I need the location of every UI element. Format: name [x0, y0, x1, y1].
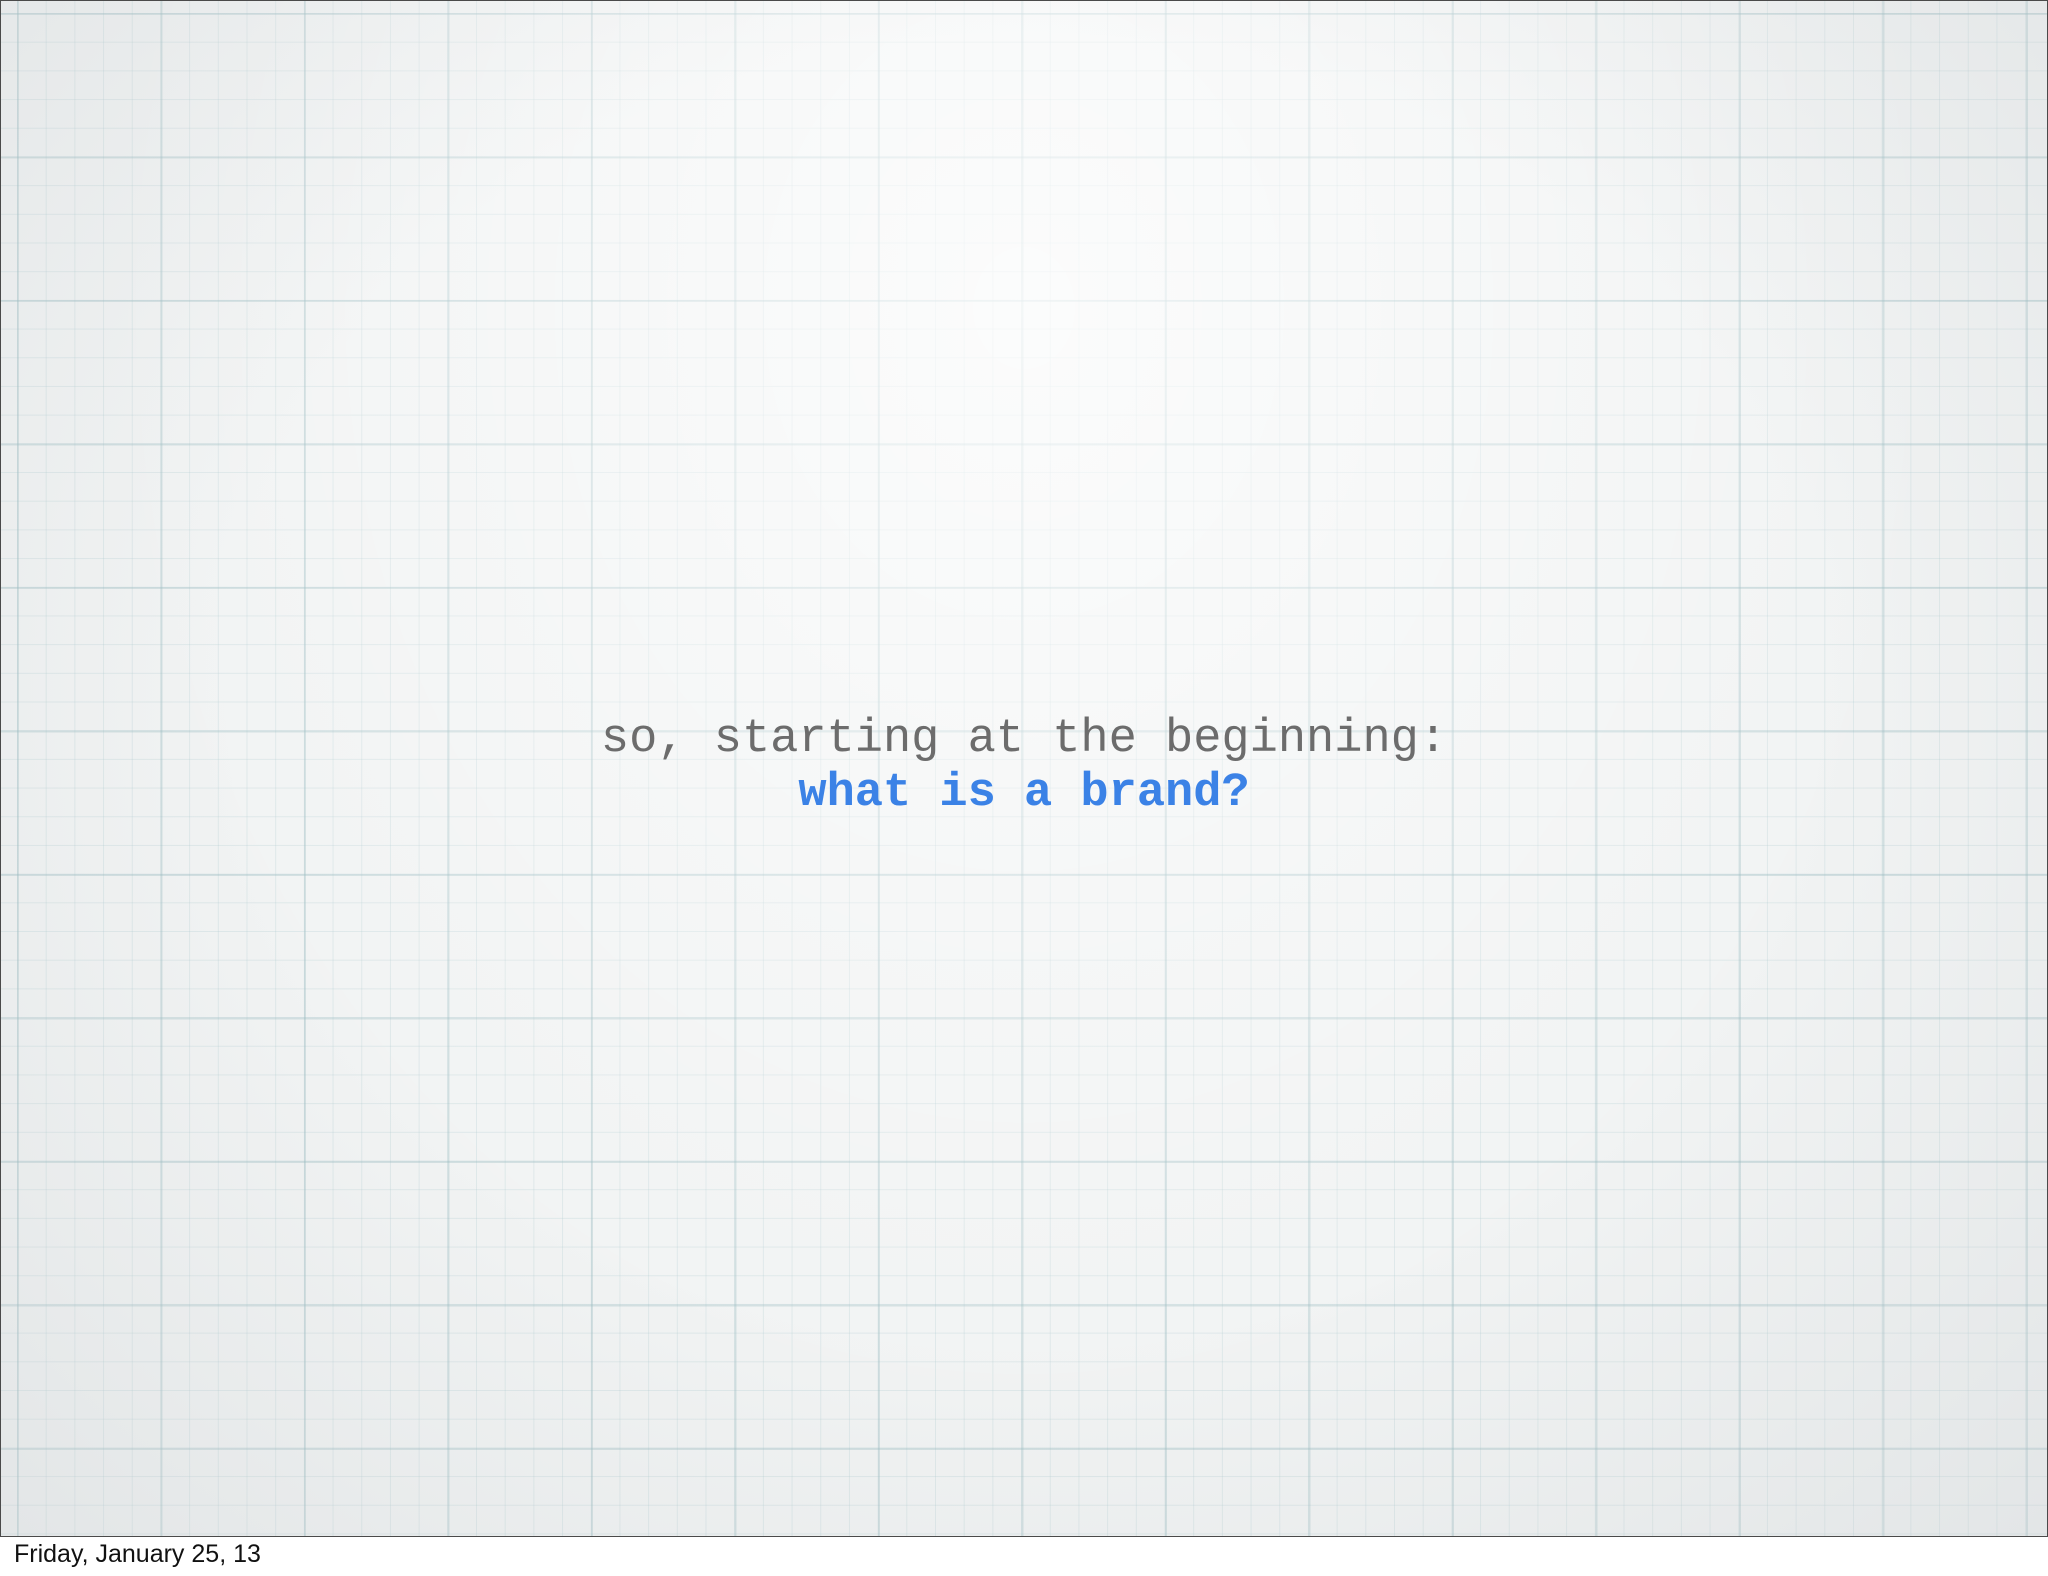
page: so, starting at the beginning: what is a…: [0, 0, 2048, 1576]
footer-date: Friday, January 25, 13: [14, 1540, 261, 1568]
slide-question-text: what is a brand?: [798, 767, 1250, 820]
slide-canvas: so, starting at the beginning: what is a…: [0, 0, 2048, 1537]
slide-intro-text: so, starting at the beginning:: [600, 713, 1448, 766]
slide-text-block: so, starting at the beginning: what is a…: [1, 713, 2047, 821]
